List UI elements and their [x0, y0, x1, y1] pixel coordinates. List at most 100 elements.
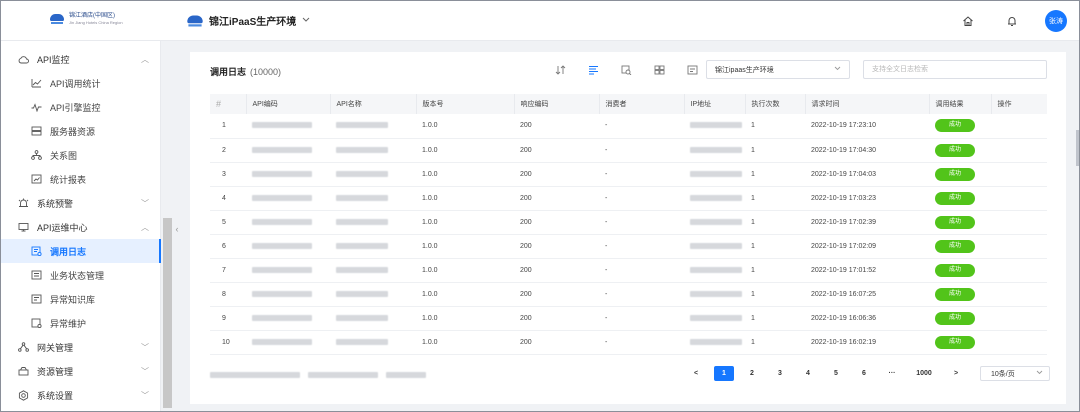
sidebar-item-system-alarm[interactable]: 系统预警 ﹀ — [1, 191, 161, 215]
top-bar: 锦江酒店(中国区) Jin Jiang Hotels China Region … — [1, 1, 1079, 41]
grid-view-icon[interactable] — [651, 63, 667, 77]
request-time-cell: 2022-10-19 17:04:30 — [805, 138, 929, 163]
collapse-sidebar-icon[interactable]: ‹ — [172, 218, 182, 240]
sidebar-item-label: API运维中心 — [37, 222, 88, 233]
sidebar-item-relation-graph[interactable]: 关系图 — [1, 143, 161, 167]
table-row[interactable]: 4 1.0.0 200- 1 2022-10-19 17:03:23 成功 — [210, 186, 1047, 211]
page-scrollbar[interactable] — [1076, 130, 1079, 166]
sidebar-item-business-status[interactable]: 业务状态管理 — [1, 263, 161, 287]
sidebar-item-exception-maintain[interactable]: 异常维护 — [1, 311, 161, 335]
next-page-button[interactable]: > — [946, 366, 966, 381]
maintain-icon — [30, 317, 42, 329]
export-icon[interactable] — [684, 63, 700, 77]
consumer-cell: - — [599, 162, 684, 187]
sidebar-item-api-ops-center[interactable]: API运维中心 ︿ — [1, 215, 161, 239]
table-row[interactable]: 6 1.0.0 200- 1 2022-10-19 17:02:09 成功 — [210, 234, 1047, 259]
table-header-row: # API编码 API名称 版本号 响应编码 消费者 IP地址 执行次数 请求时… — [210, 94, 1047, 114]
ip-address-cell — [684, 234, 745, 259]
table-row[interactable]: 8 1.0.0 200- 1 2022-10-19 16:07:25 成功 — [210, 282, 1047, 307]
page-button[interactable]: 1000 — [910, 366, 938, 381]
sidebar-item-settings[interactable]: 系统设置 ﹀ — [1, 383, 161, 407]
actions-cell — [991, 114, 1047, 139]
page-size-select[interactable]: 10条/页 — [980, 366, 1050, 381]
sidebar-item-label: 资源管理 — [37, 366, 74, 377]
actions-cell — [991, 282, 1047, 307]
page-size-value: 10条/页 — [991, 370, 1015, 378]
result-cell: 成功 — [929, 282, 991, 307]
page-button[interactable]: 6 — [854, 366, 874, 381]
page-button[interactable]: 1 — [714, 366, 734, 381]
brand[interactable]: 锦江酒店(中国区) Jin Jiang Hotels China Region — [49, 12, 123, 26]
redacted-text — [336, 314, 388, 321]
column-header-api-name: API名称 — [330, 94, 417, 114]
response-code-cell: 200 — [514, 282, 599, 307]
bell-icon[interactable] — [1001, 10, 1023, 32]
api-name-cell — [330, 282, 416, 307]
request-time-cell: 2022-10-19 17:01:52 — [805, 258, 929, 283]
page-button[interactable]: 3 — [770, 366, 790, 381]
sidebar-item-gateway[interactable]: 网关管理 ﹀ — [1, 335, 161, 359]
environment-select[interactable]: 锦江ipaas生产环境 — [706, 60, 850, 79]
relation-icon — [30, 149, 42, 161]
user-avatar[interactable]: 张涛 — [1045, 10, 1067, 32]
sidebar-item-label: API监控 — [37, 54, 70, 65]
page-ellipsis[interactable]: ··· — [882, 366, 902, 381]
resource-icon — [17, 365, 29, 377]
call-log-rows: 1 1.0.0 200-1 2022-10-19 17:23:10 成功 2 1.0.0 20… — [210, 114, 1047, 355]
api-code-cell — [246, 306, 330, 331]
sidebar-item-label: 网关管理 — [37, 342, 74, 353]
home-icon[interactable] — [957, 10, 979, 32]
exec-count-cell: 1 — [745, 210, 805, 235]
table-row[interactable]: 10 1.0.0 200- 1 2022-10-19 16:02:19 成功 — [210, 330, 1047, 355]
pulse-icon — [30, 101, 42, 113]
api-code-cell — [246, 330, 330, 355]
response-code-cell: 200 — [514, 114, 599, 139]
sort-icon[interactable] — [552, 63, 568, 77]
column-header-api-code: API编码 — [246, 94, 331, 114]
table-row[interactable]: 9 1.0.0 200- 1 2022-10-19 16:06:36 成功 — [210, 306, 1047, 331]
prev-page-button[interactable]: < — [686, 366, 706, 381]
sidebar-item-label: API调用统计 — [50, 78, 101, 89]
response-code-cell: 200 — [514, 138, 599, 163]
sidebar-item-server-resource[interactable]: 服务器资源 — [1, 119, 161, 143]
sidebar-item-stat-report[interactable]: 统计报表 — [1, 167, 161, 191]
api-code-cell — [246, 210, 330, 235]
request-time-cell: 2022-10-19 17:04:03 — [805, 162, 929, 187]
log-icon — [30, 245, 42, 257]
list-view-icon[interactable] — [585, 63, 601, 77]
filter-search-icon[interactable] — [618, 63, 634, 77]
ip-address-cell — [684, 282, 745, 307]
row-index: 1 — [210, 114, 246, 139]
sidebar-scrollbar[interactable] — [163, 218, 172, 408]
page-button[interactable]: 2 — [742, 366, 762, 381]
sidebar-item-api-call-stats[interactable]: API调用统计 — [1, 71, 161, 95]
log-search-input[interactable] — [863, 60, 1047, 79]
api-code-cell — [246, 138, 330, 163]
sidebar-item-exception-knowledge[interactable]: 异常知识库 — [1, 287, 161, 311]
table-row[interactable]: 3 1.0.0 200- 1 2022-10-19 17:04:03 成功 — [210, 162, 1047, 187]
version-cell: 1.0.0 — [416, 330, 514, 355]
api-code-cell — [246, 186, 330, 211]
redacted-text — [336, 170, 388, 177]
consumer-cell: - — [599, 306, 684, 331]
api-code-cell — [246, 114, 330, 139]
page-button[interactable]: 4 — [798, 366, 818, 381]
environment-switcher[interactable]: 锦江iPaaS生产环境 — [187, 13, 310, 28]
table-row[interactable]: 2 1.0.0 200- 1 2022-10-19 17:04:30 成功 — [210, 138, 1047, 163]
sidebar-item-api-monitor[interactable]: API监控 ︿ — [1, 47, 161, 71]
consumer-cell: - — [599, 210, 684, 235]
status-badge: 成功 — [935, 311, 975, 325]
redacted-text — [252, 194, 312, 201]
sidebar-item-call-log[interactable]: 调用日志 — [1, 239, 161, 263]
consumer-cell: - — [599, 234, 684, 259]
table-row[interactable]: 5 1.0.0 200- 1 2022-10-19 17:02:39 成功 — [210, 210, 1047, 235]
sidebar-item-api-engine-monitor[interactable]: API引擎监控 — [1, 95, 161, 119]
page-button[interactable]: 5 — [826, 366, 846, 381]
sidebar-item-resource[interactable]: 资源管理 ﹀ — [1, 359, 161, 383]
table-row[interactable]: 7 1.0.0 200- 1 2022-10-19 17:01:52 成功 — [210, 258, 1047, 283]
redacted-text — [336, 338, 388, 345]
record-count: (10000) — [250, 67, 282, 77]
redacted-text — [690, 338, 742, 345]
table-row[interactable]: 1 1.0.0 200-1 2022-10-19 17:23:10 成功 — [210, 114, 1047, 139]
result-cell: 成功 — [929, 138, 991, 163]
